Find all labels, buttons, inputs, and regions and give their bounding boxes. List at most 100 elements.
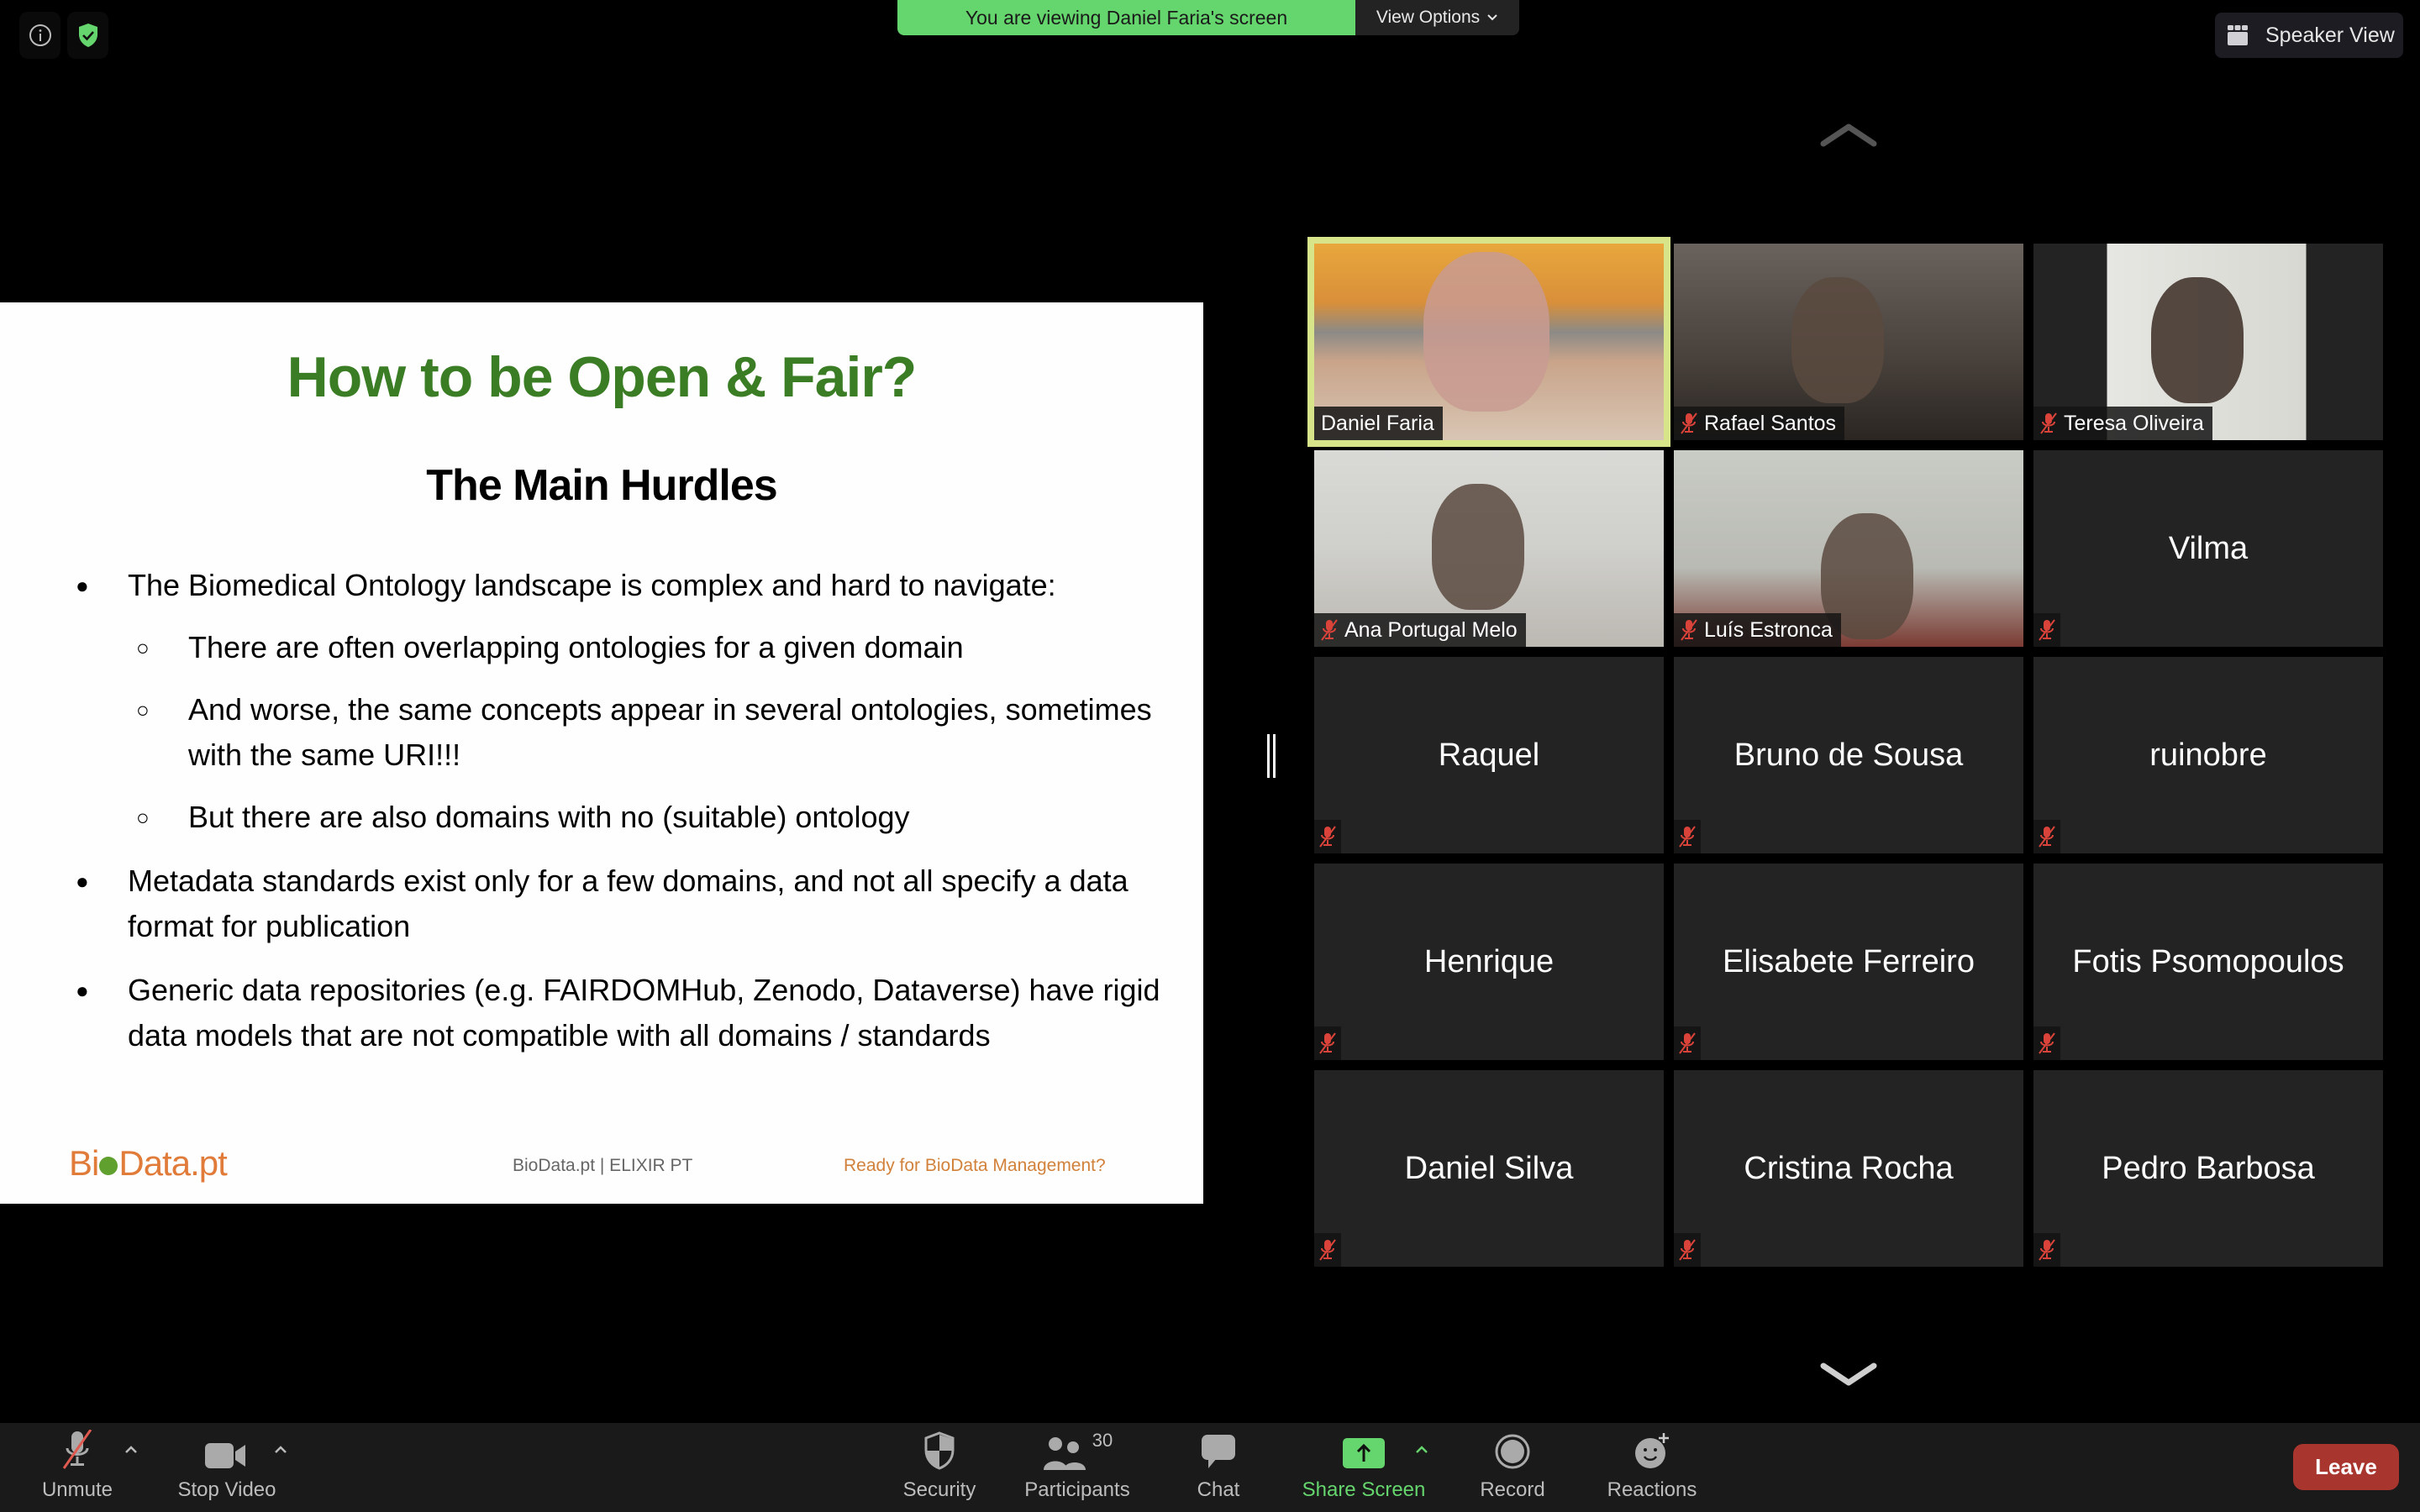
participant-tile[interactable]: Vilma (2033, 450, 2383, 647)
leaf-icon (99, 1156, 118, 1175)
participant-silhouette (1423, 252, 1549, 412)
bullet-item: Generic data repositories (e.g. FAIRDOMH… (76, 968, 1168, 1058)
biodata-logo: Bi Data.pt (69, 1143, 228, 1184)
muted-microphone-icon (1319, 1032, 1336, 1054)
speaker-view-label: Speaker View (2265, 23, 2395, 47)
muted-indicator (1314, 1233, 1341, 1267)
share-screen-label: Share Screen (1302, 1478, 1426, 1501)
muted-microphone-icon (1319, 826, 1336, 848)
participant-name: Vilma (2168, 530, 2249, 566)
sub-bullet-item: There are often overlapping ontologies f… (76, 625, 1168, 670)
muted-microphone-icon (1679, 826, 1696, 848)
chat-label: Chat (1197, 1478, 1240, 1501)
participant-tile[interactable]: Daniel Silva (1314, 1070, 1664, 1267)
video-options-caret-icon[interactable] (272, 1441, 289, 1458)
participant-tile[interactable]: Henrique (1314, 864, 1664, 1060)
muted-indicator (1314, 820, 1341, 853)
stop-video-button[interactable]: Stop Video (168, 1423, 286, 1512)
participant-gallery: Daniel Faria Rafael Santos Teresa Oliveira… (1307, 237, 2383, 1267)
leave-meeting-button[interactable]: Leave (2293, 1444, 2399, 1490)
participant-tile[interactable]: Cristina Rocha (1674, 1070, 2023, 1267)
participant-tile[interactable]: Luís Estronca (1674, 450, 2023, 647)
participant-name: Cristina Rocha (1744, 1150, 1954, 1186)
unmute-label: Unmute (41, 1478, 113, 1501)
muted-microphone-icon (1681, 412, 1697, 434)
participant-count: 30 (1092, 1430, 1113, 1451)
info-icon (29, 24, 51, 46)
muted-indicator (1674, 1233, 1701, 1267)
share-screen-button[interactable]: Share Screen (1292, 1423, 1435, 1512)
participant-tile[interactable]: Teresa Oliveira (2033, 244, 2383, 440)
participant-tile[interactable]: Rafael Santos (1674, 244, 2023, 440)
record-icon (1495, 1434, 1530, 1469)
speaker-view-icon (2228, 25, 2248, 45)
muted-microphone-icon (2039, 619, 2055, 641)
view-options-button[interactable]: View Options (1355, 0, 1519, 35)
bullet-item: Metadata standards exist only for a few … (76, 858, 1168, 949)
muted-indicator (2033, 1233, 2060, 1267)
meeting-info-button[interactable] (19, 12, 60, 59)
participants-icon (1043, 1437, 1086, 1470)
participants-button[interactable]: 30 Participants (1018, 1423, 1136, 1512)
participant-tile[interactable]: Daniel Faria (1307, 237, 1670, 447)
participant-name: Teresa Oliveira (2064, 411, 2204, 435)
participant-name-label: Ana Portugal Melo (1314, 613, 1526, 647)
audio-options-caret-icon[interactable] (123, 1441, 139, 1458)
slide-footer-tagline: Ready for BioData Management? (844, 1156, 1106, 1175)
participant-name: Daniel Faria (1321, 411, 1434, 435)
chevron-up-icon[interactable] (1820, 122, 1877, 147)
reactions-smiley-icon (1635, 1433, 1669, 1468)
share-options-caret-icon[interactable] (1413, 1441, 1430, 1458)
chevron-down-icon[interactable] (1820, 1362, 1877, 1388)
speaker-view-button[interactable]: Speaker View (2215, 13, 2403, 58)
muted-microphone-icon (1321, 619, 1338, 641)
participant-tile[interactable]: Ana Portugal Melo (1314, 450, 1664, 647)
logo-text-start: Bi (69, 1143, 99, 1183)
participant-silhouette (1791, 277, 1884, 403)
participant-name: Raquel (1438, 737, 1540, 773)
security-button[interactable]: Security (889, 1423, 990, 1512)
viewing-screen-label: You are viewing Daniel Faria's screen (897, 0, 1355, 35)
participant-name: Luís Estronca (1704, 617, 1833, 642)
participants-label: Participants (1024, 1478, 1130, 1501)
logo-text-end: Data.pt (118, 1143, 227, 1183)
share-screen-icon (1343, 1438, 1385, 1468)
shield-check-icon (78, 24, 97, 47)
reactions-label: Reactions (1607, 1478, 1697, 1501)
participant-name-label: Rafael Santos (1674, 407, 1845, 440)
security-shield-icon (924, 1431, 955, 1470)
participant-tile[interactable]: Elisabete Ferreiro (1674, 864, 2023, 1060)
reactions-button[interactable]: Reactions (1602, 1423, 1702, 1512)
participant-name: Ana Portugal Melo (1344, 617, 1518, 642)
participant-name: Pedro Barbosa (2102, 1150, 2315, 1186)
participant-name-label: Teresa Oliveira (2033, 407, 2212, 440)
muted-microphone-icon (1679, 1239, 1696, 1261)
sub-bullet-item: And worse, the same concepts appear in s… (76, 687, 1168, 778)
muted-microphone-icon (2039, 1239, 2055, 1261)
security-label: Security (902, 1478, 976, 1501)
split-view-resize-handle[interactable] (1265, 734, 1277, 778)
record-button[interactable]: Record (1470, 1423, 1555, 1512)
chat-button[interactable]: Chat (1176, 1423, 1260, 1512)
chat-bubble-icon (1202, 1435, 1235, 1468)
muted-indicator (1314, 1026, 1341, 1060)
participant-tile[interactable]: Fotis Psomopoulos (2033, 864, 2383, 1060)
sub-bullet-item: But there are also domains with no (suit… (76, 795, 1168, 840)
microphone-muted-icon (62, 1430, 92, 1469)
muted-indicator (1674, 1026, 1701, 1060)
muted-microphone-icon (2040, 412, 2057, 434)
participant-tile[interactable]: Pedro Barbosa (2033, 1070, 2383, 1267)
participant-name-label: Luís Estronca (1674, 613, 1841, 647)
participant-tile[interactable]: ruinobre (2033, 657, 2383, 853)
shared-screen-slide: How to be Open & Fair? The Main Hurdles … (0, 302, 1203, 1204)
participant-name: ruinobre (2149, 737, 2267, 773)
participant-tile[interactable]: Bruno de Sousa (1674, 657, 2023, 853)
encryption-status-button[interactable] (67, 12, 108, 59)
muted-microphone-icon (2039, 1032, 2055, 1054)
unmute-button[interactable]: Unmute (35, 1423, 119, 1512)
muted-microphone-icon (1681, 619, 1697, 641)
participant-tile[interactable]: Raquel (1314, 657, 1664, 853)
view-options-label: View Options (1376, 8, 1481, 27)
muted-microphone-icon (2039, 826, 2055, 848)
participant-name: Rafael Santos (1704, 411, 1837, 435)
